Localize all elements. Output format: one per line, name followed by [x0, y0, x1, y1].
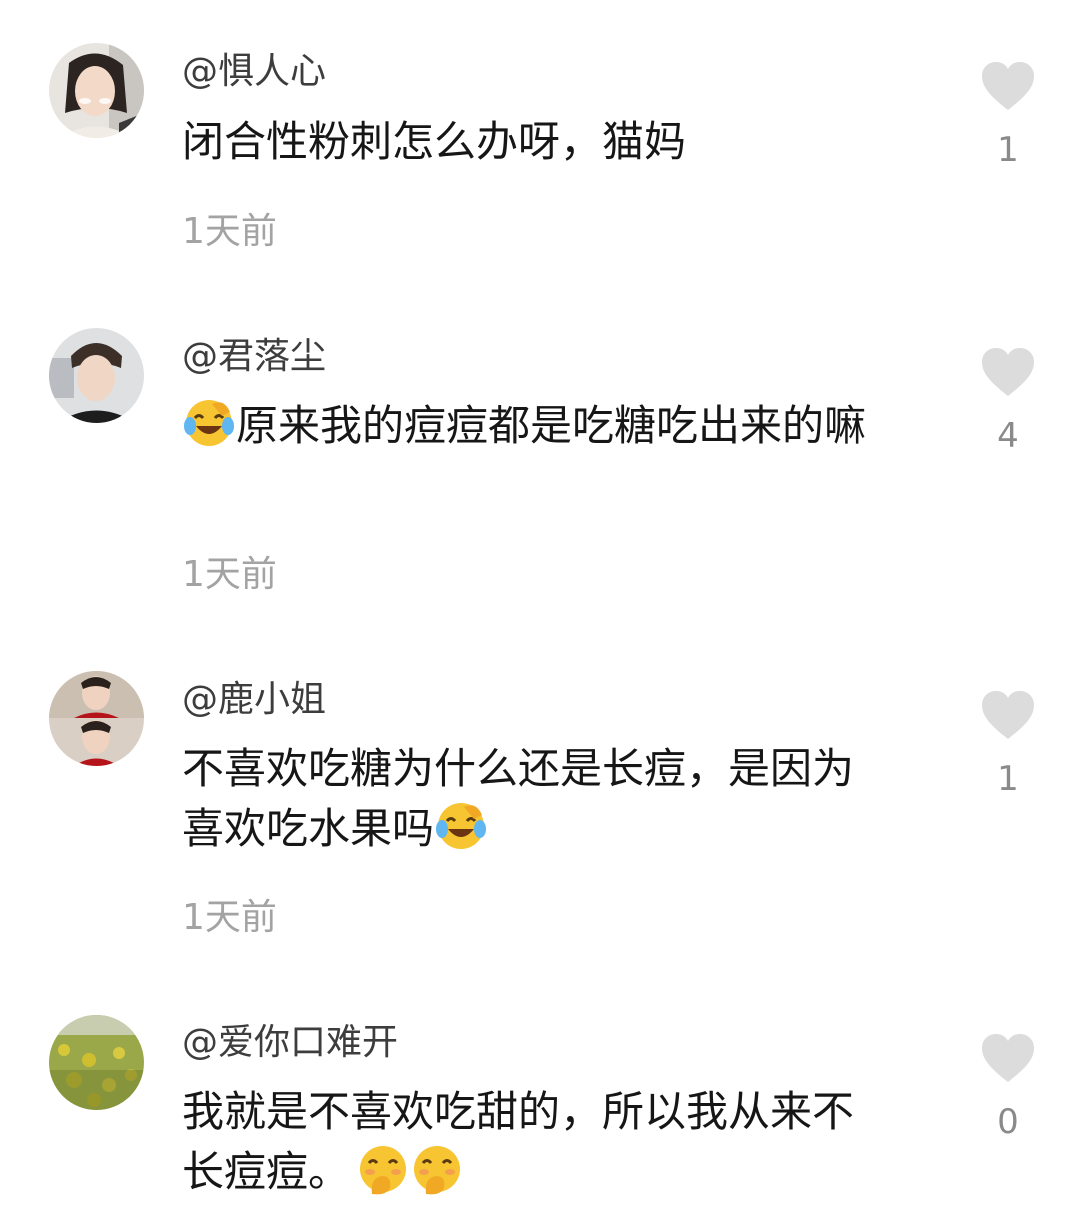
comment-username[interactable]: @爱你口难开 — [182, 1021, 398, 1065]
like-button[interactable]: 0 — [976, 1032, 1040, 1142]
giggling-emoji-icon — [414, 1146, 461, 1195]
avatar[interactable] — [49, 1015, 144, 1110]
comment-text-content: 不喜欢吃糖为什么还是长痘，是因为喜欢吃水果吗 — [182, 744, 855, 853]
like-count: 1 — [997, 759, 1019, 799]
comment-username[interactable]: @君落尘 — [182, 335, 326, 379]
comment-time: 1天前 — [182, 897, 277, 938]
like-count: 1 — [997, 130, 1019, 170]
comment-text: 不喜欢吃糖为什么还是长痘，是因为喜欢吃水果吗 — [182, 739, 882, 859]
comment-text-content: 原来我的痘痘都是吃糖吃出来的嘛 — [236, 401, 867, 450]
comment-time: 1天前 — [182, 554, 277, 595]
comment-text: 原来我的痘痘都是吃糖吃出来的嘛 — [182, 396, 882, 456]
heart-icon — [982, 348, 1034, 396]
laughing-crying-emoji-icon — [436, 803, 487, 849]
comment-username[interactable]: @鹿小姐 — [182, 678, 326, 722]
heart-icon — [982, 1034, 1034, 1082]
avatar[interactable] — [49, 43, 144, 138]
heart-icon — [982, 691, 1034, 739]
like-button[interactable]: 1 — [976, 60, 1040, 170]
comment-text-content: 我就是不喜欢吃甜的，所以我从来不长痘痘。 — [182, 1087, 855, 1196]
avatar[interactable] — [49, 671, 144, 766]
like-button[interactable]: 4 — [976, 346, 1040, 456]
like-button[interactable]: 1 — [976, 689, 1040, 799]
comment-time: 1天前 — [182, 211, 277, 252]
comment-text: 闭合性粉刺怎么办呀，猫妈 — [182, 117, 687, 166]
comment-username[interactable]: @惧人心 — [182, 50, 326, 94]
heart-icon — [982, 62, 1034, 110]
like-count: 4 — [997, 416, 1019, 456]
avatar[interactable] — [49, 328, 144, 423]
comment-text: 我就是不喜欢吃甜的，所以我从来不长痘痘。 — [182, 1082, 882, 1202]
laughing-crying-emoji-icon — [184, 400, 234, 446]
like-count: 0 — [997, 1102, 1019, 1142]
giggling-emoji-icon — [360, 1146, 407, 1195]
